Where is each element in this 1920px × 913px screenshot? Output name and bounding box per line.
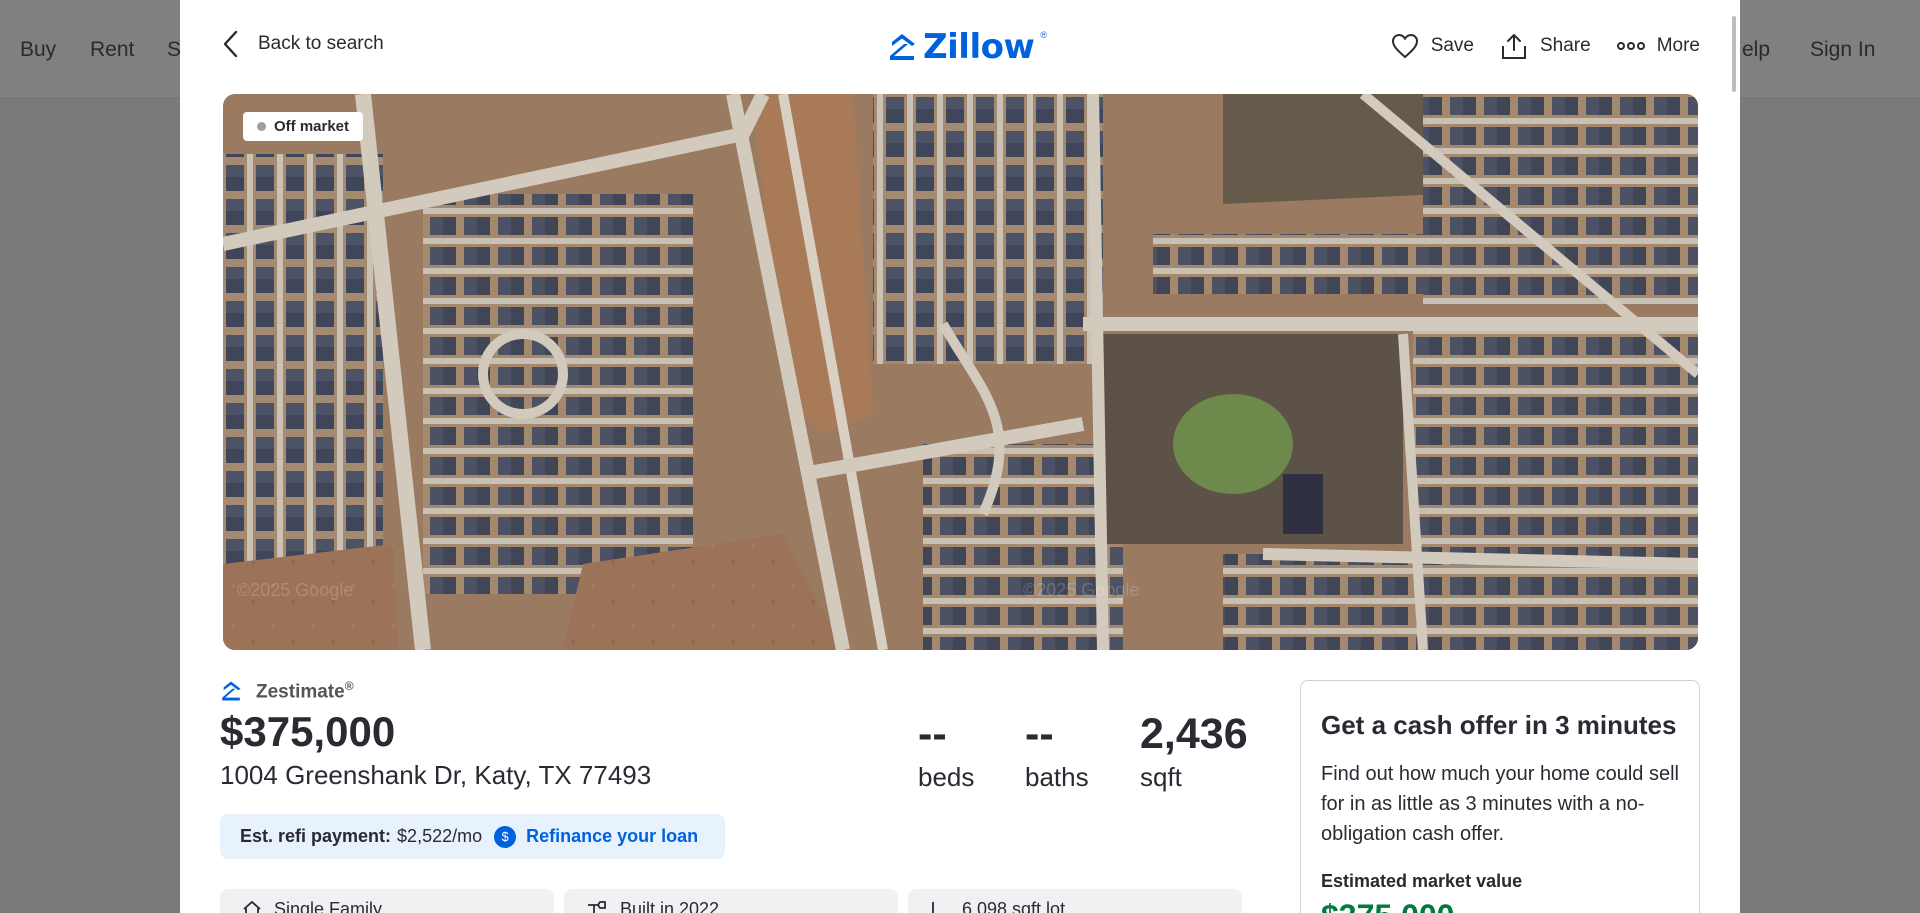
property-modal: Back to search Zillow ® Save Share More … bbox=[180, 0, 1740, 913]
nav-rent[interactable]: Rent bbox=[90, 38, 134, 62]
baths-label: baths bbox=[1025, 762, 1089, 792]
dollar-coin-icon: $ bbox=[494, 825, 517, 848]
fact-lot-size-label: 6,098 sqft lot bbox=[962, 898, 1066, 913]
beds-label: beds bbox=[918, 762, 975, 792]
back-to-search-button[interactable]: Back to search bbox=[222, 30, 384, 58]
sqft-stat: 2,436 sqft bbox=[1140, 712, 1248, 793]
modal-top-bar: Back to search Zillow ® Save Share More bbox=[180, 0, 1740, 92]
zillow-logo[interactable]: Zillow ® bbox=[887, 27, 1047, 67]
more-dots-icon bbox=[1616, 41, 1645, 51]
ruler-icon bbox=[930, 899, 950, 913]
zestimate-row: Zestimate® bbox=[220, 679, 354, 703]
zillow-registered-mark: ® bbox=[1040, 30, 1048, 40]
zestimate-price: $375,000 bbox=[220, 708, 396, 755]
nav-buy[interactable]: Buy bbox=[20, 38, 56, 62]
hammer-icon bbox=[586, 899, 608, 913]
fact-lot-size: 6,098 sqft lot bbox=[908, 889, 1242, 913]
fact-year-built-label: Built in 2022 bbox=[620, 898, 720, 913]
map-watermark-right: ©2025 Google bbox=[1023, 580, 1140, 600]
save-label: Save bbox=[1430, 35, 1474, 56]
zillow-z-icon bbox=[887, 32, 917, 62]
more-button[interactable]: More bbox=[1616, 35, 1700, 57]
sqft-value: 2,436 bbox=[1140, 710, 1248, 758]
beds-stat: -- beds bbox=[918, 712, 974, 793]
share-label: Share bbox=[1540, 35, 1591, 56]
refi-payment-banner: Est. refi payment: $2,522/mo $ Refinance… bbox=[220, 814, 725, 859]
modal-actions: Save Share More bbox=[1391, 32, 1700, 60]
off-market-label: Off market bbox=[274, 118, 350, 135]
share-icon bbox=[1500, 32, 1528, 60]
home-icon bbox=[242, 899, 262, 913]
chevron-left-icon bbox=[222, 30, 238, 58]
nav-help[interactable]: elp bbox=[1742, 38, 1770, 62]
property-aerial-photo[interactable]: Off market ©2025 Google ©2025 Google bbox=[223, 94, 1698, 650]
refinance-loan-link[interactable]: Refinance your loan bbox=[526, 826, 698, 847]
zestimate-label[interactable]: Zestimate® bbox=[256, 679, 354, 703]
baths-value: -- bbox=[1025, 710, 1054, 758]
zillow-z-icon bbox=[220, 680, 242, 702]
aerial-map-image bbox=[223, 94, 1698, 650]
estimated-market-value-label: Estimated market value bbox=[1321, 871, 1523, 891]
cash-offer-card: Get a cash offer in 3 minutes Find out h… bbox=[1300, 680, 1700, 913]
more-label: More bbox=[1656, 35, 1700, 56]
cash-offer-description: Find out how much your home could sell f… bbox=[1321, 763, 1679, 845]
zillow-wordmark: Zillow bbox=[923, 27, 1035, 67]
status-dot-icon bbox=[257, 122, 266, 131]
nav-sign-in[interactable]: Sign In bbox=[1810, 38, 1875, 62]
refi-value: $2,522/mo bbox=[397, 826, 483, 846]
save-button[interactable]: Save bbox=[1391, 33, 1474, 59]
fact-year-built: Built in 2022 bbox=[564, 889, 898, 913]
heart-icon bbox=[1391, 33, 1419, 59]
fact-home-type: Single Family bbox=[220, 889, 554, 913]
nav-sell[interactable]: S bbox=[167, 38, 181, 62]
sqft-label: sqft bbox=[1140, 762, 1182, 792]
back-to-search-label: Back to search bbox=[258, 33, 384, 54]
estimated-market-value: $375,000 bbox=[1321, 898, 1679, 913]
fact-home-type-label: Single Family bbox=[274, 898, 383, 913]
map-watermark-left: ©2025 Google bbox=[237, 580, 354, 600]
baths-stat: -- baths bbox=[1025, 712, 1089, 793]
off-market-badge: Off market bbox=[243, 112, 364, 141]
cash-offer-title: Get a cash offer in 3 minutes bbox=[1321, 710, 1677, 740]
property-address: 1004 Greenshank Dr, Katy, TX 77493 bbox=[220, 760, 652, 790]
beds-value: -- bbox=[918, 710, 947, 758]
share-button[interactable]: Share bbox=[1500, 32, 1591, 60]
refi-label: Est. refi payment: bbox=[240, 826, 392, 846]
